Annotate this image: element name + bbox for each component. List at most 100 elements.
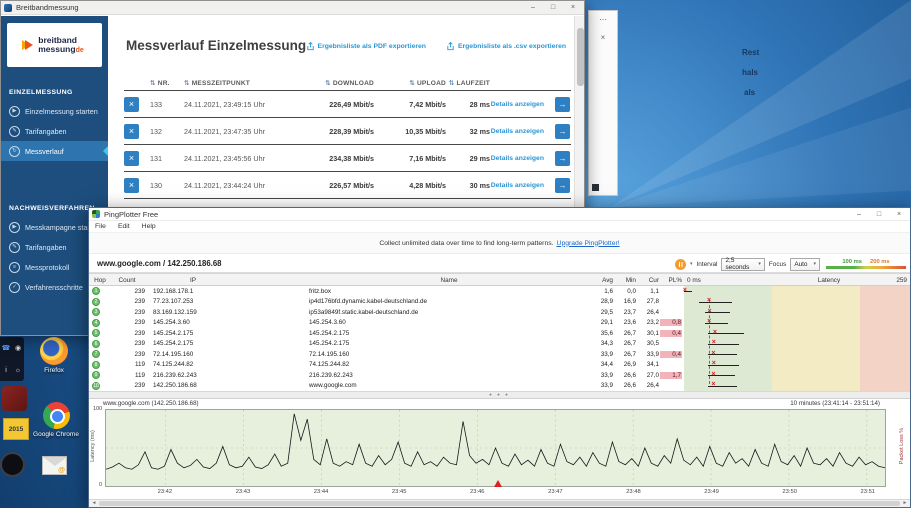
- export-csv-label: Ergebnisliste als .csv exportieren: [457, 43, 566, 50]
- upgrade-link[interactable]: Upgrade PingPlotter!: [557, 240, 620, 247]
- hop-name: 216.239.62.243: [309, 371, 353, 379]
- column-header-avg[interactable]: Avg: [587, 277, 613, 284]
- close-button[interactable]: ×: [891, 208, 907, 221]
- desktop: ⋯ × Rest hals als ☎ ◉ i ☼ Firefox 2 0 1 5 G…: [0, 0, 911, 508]
- maximize-button[interactable]: □: [871, 208, 887, 221]
- sort-icon[interactable]: ⇅: [184, 80, 190, 87]
- scrollbar-thumb[interactable]: [576, 28, 584, 86]
- horizontal-scrollbar[interactable]: ◄ ►: [89, 499, 910, 507]
- x-tick-label: 23:50: [782, 489, 797, 495]
- sidebar-item-label: Tarifangaben: [25, 126, 67, 136]
- text-fragment: Rest: [742, 48, 760, 57]
- delete-measurement-button[interactable]: ×: [124, 96, 139, 112]
- settings-icon[interactable]: ☼: [15, 367, 21, 374]
- desktop-icon-round-app[interactable]: [0, 452, 25, 477]
- chevron-down-icon: ▾: [813, 261, 816, 267]
- hop-min: 26,7: [623, 350, 636, 358]
- delete-measurement-button[interactable]: ×: [124, 123, 139, 139]
- details-link[interactable]: Details anzeigen: [490, 155, 548, 162]
- interval-select[interactable]: 2,5 seconds ▾: [721, 257, 765, 271]
- scroll-right-arrow[interactable]: ►: [900, 500, 910, 507]
- row-messzeitpunkt: 24.11.2021, 23:44:24 Uhr: [184, 180, 265, 190]
- more-icon[interactable]: ⋯: [599, 15, 607, 24]
- menu-file[interactable]: File: [89, 223, 112, 230]
- pp-hop-rows: 1 239 192.168.178.1 fritz.box 1,6 0,0 1,1 × 2 239…: [89, 286, 910, 391]
- y-axis-label: Latency (ms): [90, 430, 96, 462]
- export-pdf-link[interactable]: Ergebnisliste als PDF exportieren: [306, 42, 426, 51]
- hop-count: 239: [134, 298, 145, 305]
- export-csv-link[interactable]: Ergebnisliste als .csv exportieren: [446, 42, 566, 51]
- desktop-icon-firefox[interactable]: Firefox: [30, 337, 78, 374]
- sort-icon[interactable]: ⇅: [150, 80, 156, 87]
- info-icon[interactable]: i: [5, 367, 7, 374]
- hop-ip: 142.250.186.68: [153, 382, 197, 389]
- details-link[interactable]: Details anzeigen: [490, 128, 548, 135]
- scrollbar-thumb[interactable]: [99, 501, 900, 506]
- latency-scale-max: 259: [896, 276, 907, 284]
- column-header-upload[interactable]: ⇅ UPLOAD: [374, 79, 446, 87]
- sidebar-item-einzelmessung-starten[interactable]: ▶ Einzelmessung starten: [1, 101, 108, 121]
- maximize-button[interactable]: □: [545, 1, 561, 14]
- minimize-button[interactable]: –: [851, 208, 867, 221]
- sort-icon[interactable]: ⇅: [325, 80, 331, 87]
- desktop-icon-chrome[interactable]: Google Chrome: [24, 402, 88, 438]
- details-link[interactable]: Details anzeigen: [490, 182, 548, 189]
- titlebar[interactable]: PingPlotter Free – □ ×: [89, 208, 910, 221]
- minimize-button[interactable]: –: [525, 1, 541, 14]
- hop-number-badge: 9: [92, 371, 100, 379]
- titlebar[interactable]: Breitbandmessung – □ ×: [1, 1, 584, 15]
- pause-button[interactable]: [675, 258, 686, 270]
- hop-table-header: Hop Count IP Name Avg Min Cur PL% 0 ms L…: [89, 273, 910, 286]
- delete-measurement-button[interactable]: ×: [124, 150, 139, 166]
- logo-tld: de: [75, 46, 84, 54]
- column-header-count[interactable]: Count: [109, 277, 145, 284]
- details-arrow-button[interactable]: →: [555, 150, 570, 166]
- sort-icon[interactable]: ⇅: [409, 80, 415, 87]
- column-header-hop[interactable]: Hop: [91, 277, 109, 284]
- sidebar-item-tarifangaben[interactable]: ✎ Tarifangaben: [1, 121, 108, 141]
- details-link[interactable]: Details anzeigen: [490, 101, 548, 108]
- desktop-icon-mail[interactable]: [42, 456, 67, 475]
- menu-edit[interactable]: Edit: [112, 223, 136, 230]
- column-header-laufzeit[interactable]: ⇅ LAUFZEIT: [446, 79, 490, 87]
- steps-icon: ✓: [9, 281, 20, 293]
- column-header-nr[interactable]: ⇅ NR.: [150, 79, 184, 87]
- trace-target[interactable]: www.google.com / 142.250.186.68: [97, 259, 222, 268]
- menu-help[interactable]: Help: [136, 223, 162, 230]
- details-arrow-button[interactable]: →: [555, 123, 570, 139]
- column-header-name[interactable]: Name: [309, 277, 589, 284]
- window-notch: [592, 184, 599, 191]
- hop-row: 4 239 145.254.3.60 145.254.3.60 29,1 23,6 23,2…: [89, 318, 910, 329]
- delete-measurement-button[interactable]: ×: [124, 177, 139, 193]
- desktop-widget-strip[interactable]: ☎ ◉ i ☼: [0, 337, 24, 381]
- panel-splitter[interactable]: ● ● ●: [89, 391, 910, 399]
- details-arrow-button[interactable]: →: [555, 177, 570, 193]
- close-icon[interactable]: ×: [601, 33, 606, 42]
- desktop-icon-label: Firefox: [44, 367, 64, 374]
- details-arrow-button[interactable]: →: [555, 96, 570, 112]
- column-header-cur[interactable]: Cur: [638, 277, 659, 284]
- sidebar-item-messverlauf[interactable]: ↻ Messverlauf: [1, 141, 108, 161]
- background-window-sliver[interactable]: ⋯ ×: [588, 10, 618, 196]
- column-header-messzeitpunkt[interactable]: ⇅ MESSZEITPUNKT: [184, 79, 288, 87]
- column-header-ip[interactable]: IP: [153, 277, 233, 284]
- sort-icon[interactable]: ⇅: [449, 80, 455, 87]
- wallpaper-beam: [611, 107, 911, 207]
- focus-select[interactable]: Auto ▾: [790, 257, 820, 271]
- camera-icon[interactable]: ◉: [15, 344, 21, 352]
- close-button[interactable]: ×: [565, 1, 581, 14]
- x-tick-label: 23:46: [470, 489, 485, 495]
- measurement-row: × 132 24.11.2021, 23:47:35 Uhr 228,39 Mbit/…: [124, 118, 571, 145]
- hop-ip: 145.254.3.60: [153, 319, 190, 326]
- column-header-min[interactable]: Min: [615, 277, 636, 284]
- phone-icon[interactable]: ☎: [2, 344, 11, 352]
- chevron-down-icon[interactable]: ▾: [690, 261, 693, 267]
- scroll-left-arrow[interactable]: ◄: [89, 500, 99, 507]
- column-header-pl[interactable]: PL%: [660, 277, 683, 284]
- y-axis-max: 100: [93, 406, 103, 412]
- hop-ip: 145.254.2.175: [153, 340, 194, 347]
- bbm-table-header: ⇅ NR. ⇅ MESSZEITPUNKT ⇅ DOWNLOAD ⇅ UPLOAD ⇅ L…: [124, 76, 571, 91]
- timeline-plot[interactable]: [105, 409, 886, 487]
- column-header-download[interactable]: ⇅ DOWNLOAD: [288, 79, 374, 87]
- hop-avg: 33,9: [600, 371, 613, 379]
